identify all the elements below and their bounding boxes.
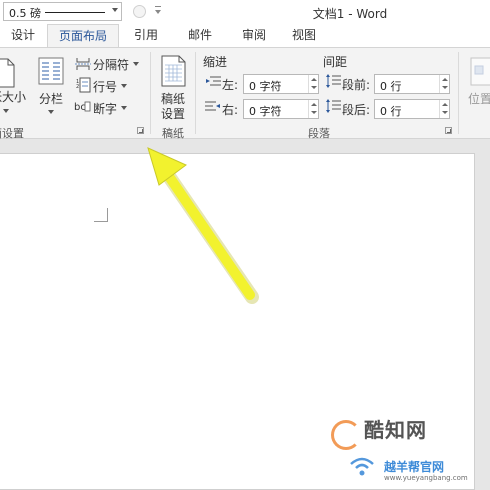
watermark-wifi-icon (350, 457, 374, 476)
watermark-site-name-2: 越羊帮官网 (384, 460, 445, 474)
watermark-site-name: 酷知网 (364, 418, 427, 442)
watermark-logo (331, 420, 361, 450)
watermark-site-url: www.yueyangbang.com (384, 474, 468, 482)
